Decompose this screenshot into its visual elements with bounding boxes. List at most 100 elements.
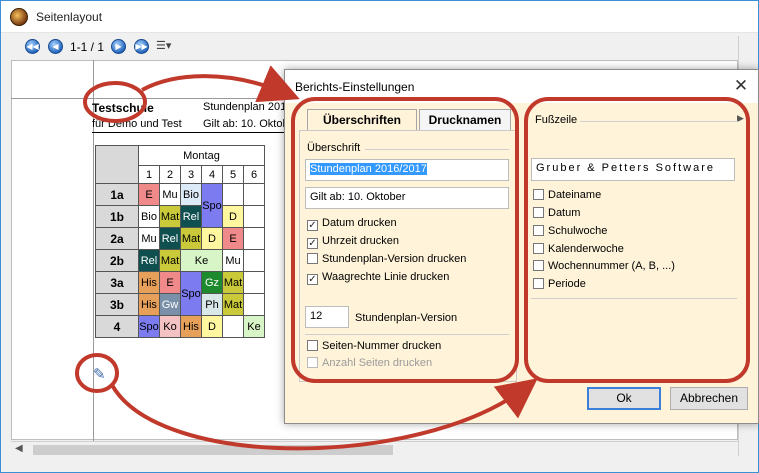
lesson-cell: Mu xyxy=(159,183,181,206)
page-counter: 1-1 / 1 xyxy=(70,40,105,54)
checkbox-checked-icon[interactable]: ✓ xyxy=(307,220,318,231)
class-label: 1a xyxy=(95,183,139,206)
group-separator xyxy=(531,298,737,299)
heading-input-value: Stundenplan 2016/2017 xyxy=(310,163,427,175)
prev-page-icon[interactable]: ◀ xyxy=(48,39,63,54)
checkbox-label: Schulwoche xyxy=(548,225,608,237)
class-label: 3b xyxy=(95,293,139,316)
lesson-cell: Mu xyxy=(138,227,160,250)
tab-scroll-right-icon[interactable]: ▶ xyxy=(737,113,744,124)
lesson-cell: Mat xyxy=(159,205,181,228)
checkbox-dateiname[interactable]: Dateiname xyxy=(533,189,601,205)
title-bar: Seitenlayout xyxy=(1,1,758,33)
period-number: 3 xyxy=(180,165,202,184)
lesson-cell: Mat xyxy=(222,293,244,316)
lesson-cell: Rel xyxy=(159,227,181,250)
lesson-cell: Gw xyxy=(159,293,181,316)
lesson-cell: His xyxy=(138,271,160,294)
checkbox-checked-icon[interactable]: ✓ xyxy=(307,238,318,249)
period-number: 4 xyxy=(201,165,223,184)
checkbox-disabled-icon xyxy=(307,357,318,368)
checkbox-kalenderwoche[interactable]: Kalenderwoche xyxy=(533,243,624,259)
preview-toolbar: ◀◀ ◀ 1-1 / 1 ▶ ▶▶ ☰▾ xyxy=(11,36,741,58)
heading-group-label: Überschrift xyxy=(307,142,361,154)
lesson-cell: Ko xyxy=(159,315,181,338)
lesson-cell: Ke xyxy=(243,315,265,338)
checkbox-uhrzeit-drucken[interactable]: ✓ Uhrzeit drucken xyxy=(307,235,399,251)
checkbox-version-drucken[interactable]: Stundenplan-Version drucken xyxy=(307,253,466,269)
report-school-name: Testschule xyxy=(92,101,154,115)
heading-input[interactable]: Stundenplan 2016/2017 xyxy=(305,159,509,181)
checkbox-empty-icon[interactable] xyxy=(533,189,544,200)
class-label: 2a xyxy=(95,227,139,250)
class-label: 2b xyxy=(95,249,139,272)
page-view-dropdown-icon[interactable]: ☰▾ xyxy=(156,39,182,55)
checkbox-datum-drucken[interactable]: ✓ Datum drucken xyxy=(307,217,397,233)
checkbox-seiten-nummer[interactable]: Seiten-Nummer drucken xyxy=(307,340,441,356)
checkbox-empty-icon[interactable] xyxy=(307,340,318,351)
timetable-day: Montag xyxy=(138,145,265,166)
checkbox-label: Datum drucken xyxy=(322,217,397,229)
empty-cell xyxy=(243,249,265,272)
checkbox-empty-icon[interactable] xyxy=(533,207,544,218)
version-input[interactable]: 12 xyxy=(305,306,349,328)
lesson-cell: Ph xyxy=(201,293,223,316)
version-label: Stundenplan-Version xyxy=(355,312,458,324)
checkbox-label: Seiten-Nummer drucken xyxy=(322,340,442,352)
horizontal-scrollbar[interactable]: ◀ xyxy=(11,441,738,457)
checkbox-empty-icon[interactable] xyxy=(307,253,318,264)
period-number: 6 xyxy=(243,165,265,184)
scrollbar-thumb[interactable] xyxy=(33,445,393,455)
checkbox-empty-icon[interactable] xyxy=(533,243,544,254)
checkbox-datum[interactable]: Datum xyxy=(533,207,580,223)
report-subtitle: für Demo und Test xyxy=(92,118,182,130)
tab-drucknamen[interactable]: Drucknamen xyxy=(419,109,511,131)
checkbox-empty-icon[interactable] xyxy=(533,225,544,236)
checkbox-label: Kalenderwoche xyxy=(548,243,624,255)
report-settings-dialog: Berichts-Einstellungen ✕ Überschriften D… xyxy=(284,69,759,424)
valid-from-input[interactable]: Gilt ab: 10. Oktober xyxy=(305,187,509,209)
checkbox-empty-icon[interactable] xyxy=(533,260,544,271)
timetable: Montag 1 2 3 4 5 6 1a E Mu Bio Spo 1b Bi… xyxy=(95,145,265,338)
empty-cell xyxy=(243,293,265,316)
checkbox-wochennummer[interactable]: Wochennummer (A, B, ...) xyxy=(533,260,675,276)
window-title: Seitenlayout xyxy=(36,10,103,24)
lesson-cell: E xyxy=(138,183,160,206)
empty-cell xyxy=(222,315,244,338)
report-header-line xyxy=(92,132,287,133)
checkbox-checked-icon[interactable]: ✓ xyxy=(307,274,318,285)
checkbox-schulwoche[interactable]: Schulwoche xyxy=(533,225,607,241)
class-label: 1b xyxy=(95,205,139,228)
group-separator xyxy=(580,121,738,122)
period-number: 2 xyxy=(159,165,181,184)
lesson-cell: Spo xyxy=(180,271,202,316)
close-icon[interactable]: ✕ xyxy=(731,75,751,97)
empty-cell xyxy=(222,183,244,206)
first-page-icon[interactable]: ◀◀ xyxy=(25,39,40,54)
lesson-cell: D xyxy=(222,205,244,228)
lesson-cell: D xyxy=(201,315,223,338)
lesson-cell: Ke xyxy=(180,249,223,272)
pencil-icon[interactable]: ✎ xyxy=(93,365,107,383)
cancel-button[interactable]: Abbrechen xyxy=(670,387,748,410)
checkbox-linie-drucken[interactable]: ✓ Waagrechte Linie drucken xyxy=(307,271,449,287)
class-label: 4 xyxy=(95,315,139,338)
ok-button[interactable]: Ok xyxy=(587,387,661,410)
timetable-corner xyxy=(95,145,139,184)
lesson-cell: Mat xyxy=(222,271,244,294)
next-page-icon[interactable]: ▶ xyxy=(111,39,126,54)
checkbox-periode[interactable]: Periode xyxy=(533,278,586,294)
checkbox-empty-icon[interactable] xyxy=(533,278,544,289)
lesson-cell: Rel xyxy=(138,249,160,272)
report-title: Stundenplan 2016 xyxy=(203,101,293,113)
last-page-icon[interactable]: ▶▶ xyxy=(134,39,149,54)
scroll-left-icon[interactable]: ◀ xyxy=(15,443,23,454)
tab-ueberschriften[interactable]: Überschriften xyxy=(307,109,417,132)
empty-cell xyxy=(243,183,265,206)
lesson-cell: Mu xyxy=(222,249,244,272)
empty-cell xyxy=(243,227,265,250)
lesson-cell: D xyxy=(201,227,223,250)
lesson-cell: Spo xyxy=(201,183,223,228)
footer-input[interactable]: Gruber & Petters Software xyxy=(531,158,735,181)
lesson-cell: E xyxy=(159,271,181,294)
